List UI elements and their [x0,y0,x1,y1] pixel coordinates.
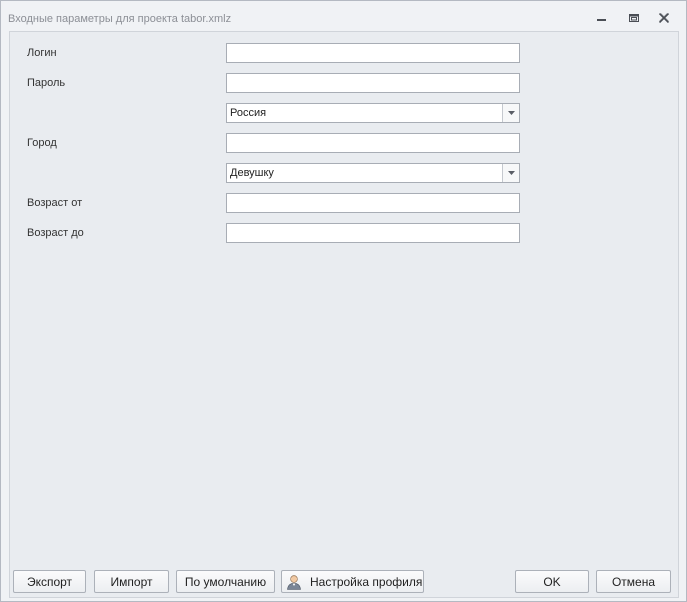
close-icon [658,13,670,23]
chevron-down-icon [507,111,515,115]
cancel-button-label: Отмена [611,574,656,589]
login-field[interactable] [226,43,520,63]
login-label: Логин [27,47,57,59]
minimize-icon [597,19,606,21]
gender-select[interactable]: Девушку [226,163,520,183]
age-from-field[interactable] [226,193,520,213]
city-field[interactable] [226,133,520,153]
age-from-label: Возраст от [27,197,83,209]
age-to-field[interactable] [226,223,520,243]
age-to-label: Возраст до [27,227,84,239]
minimize-button[interactable] [594,11,610,25]
export-button[interactable]: Экспорт [13,570,86,593]
gender-select-value: Девушку [230,167,274,179]
ok-button-label: OK [543,574,561,589]
password-label: Пароль [27,77,66,89]
password-field[interactable] [226,73,520,93]
dialog-window: Входные параметры для проекта tabor.xmlz… [0,0,687,602]
cancel-button[interactable]: Отмена [596,570,671,593]
restore-button[interactable] [626,11,642,25]
export-button-label: Экспорт [26,574,73,589]
country-select-value: Россия [230,107,267,119]
profile-settings-button-label: Настройка профиля [310,574,423,589]
user-profile-icon [286,574,302,590]
profile-settings-button[interactable]: Настройка профиля [281,570,424,593]
default-button[interactable]: По умолчанию [176,570,275,593]
title-bar[interactable]: Входные параметры для проекта tabor.xmlz [1,1,686,31]
window-title: Входные параметры для проекта tabor.xmlz [8,13,232,25]
country-select-dropdown-button[interactable] [502,104,519,122]
chevron-down-icon [507,171,515,175]
import-button-label: Импорт [110,574,153,589]
close-button[interactable] [656,11,672,25]
default-button-label: По умолчанию [184,574,267,589]
ok-button[interactable]: OK [515,570,589,593]
import-button[interactable]: Импорт [94,570,169,593]
restore-icon [629,14,639,22]
city-label: Город [27,137,57,149]
country-select[interactable]: Россия [226,103,520,123]
gender-select-dropdown-button[interactable] [502,164,519,182]
